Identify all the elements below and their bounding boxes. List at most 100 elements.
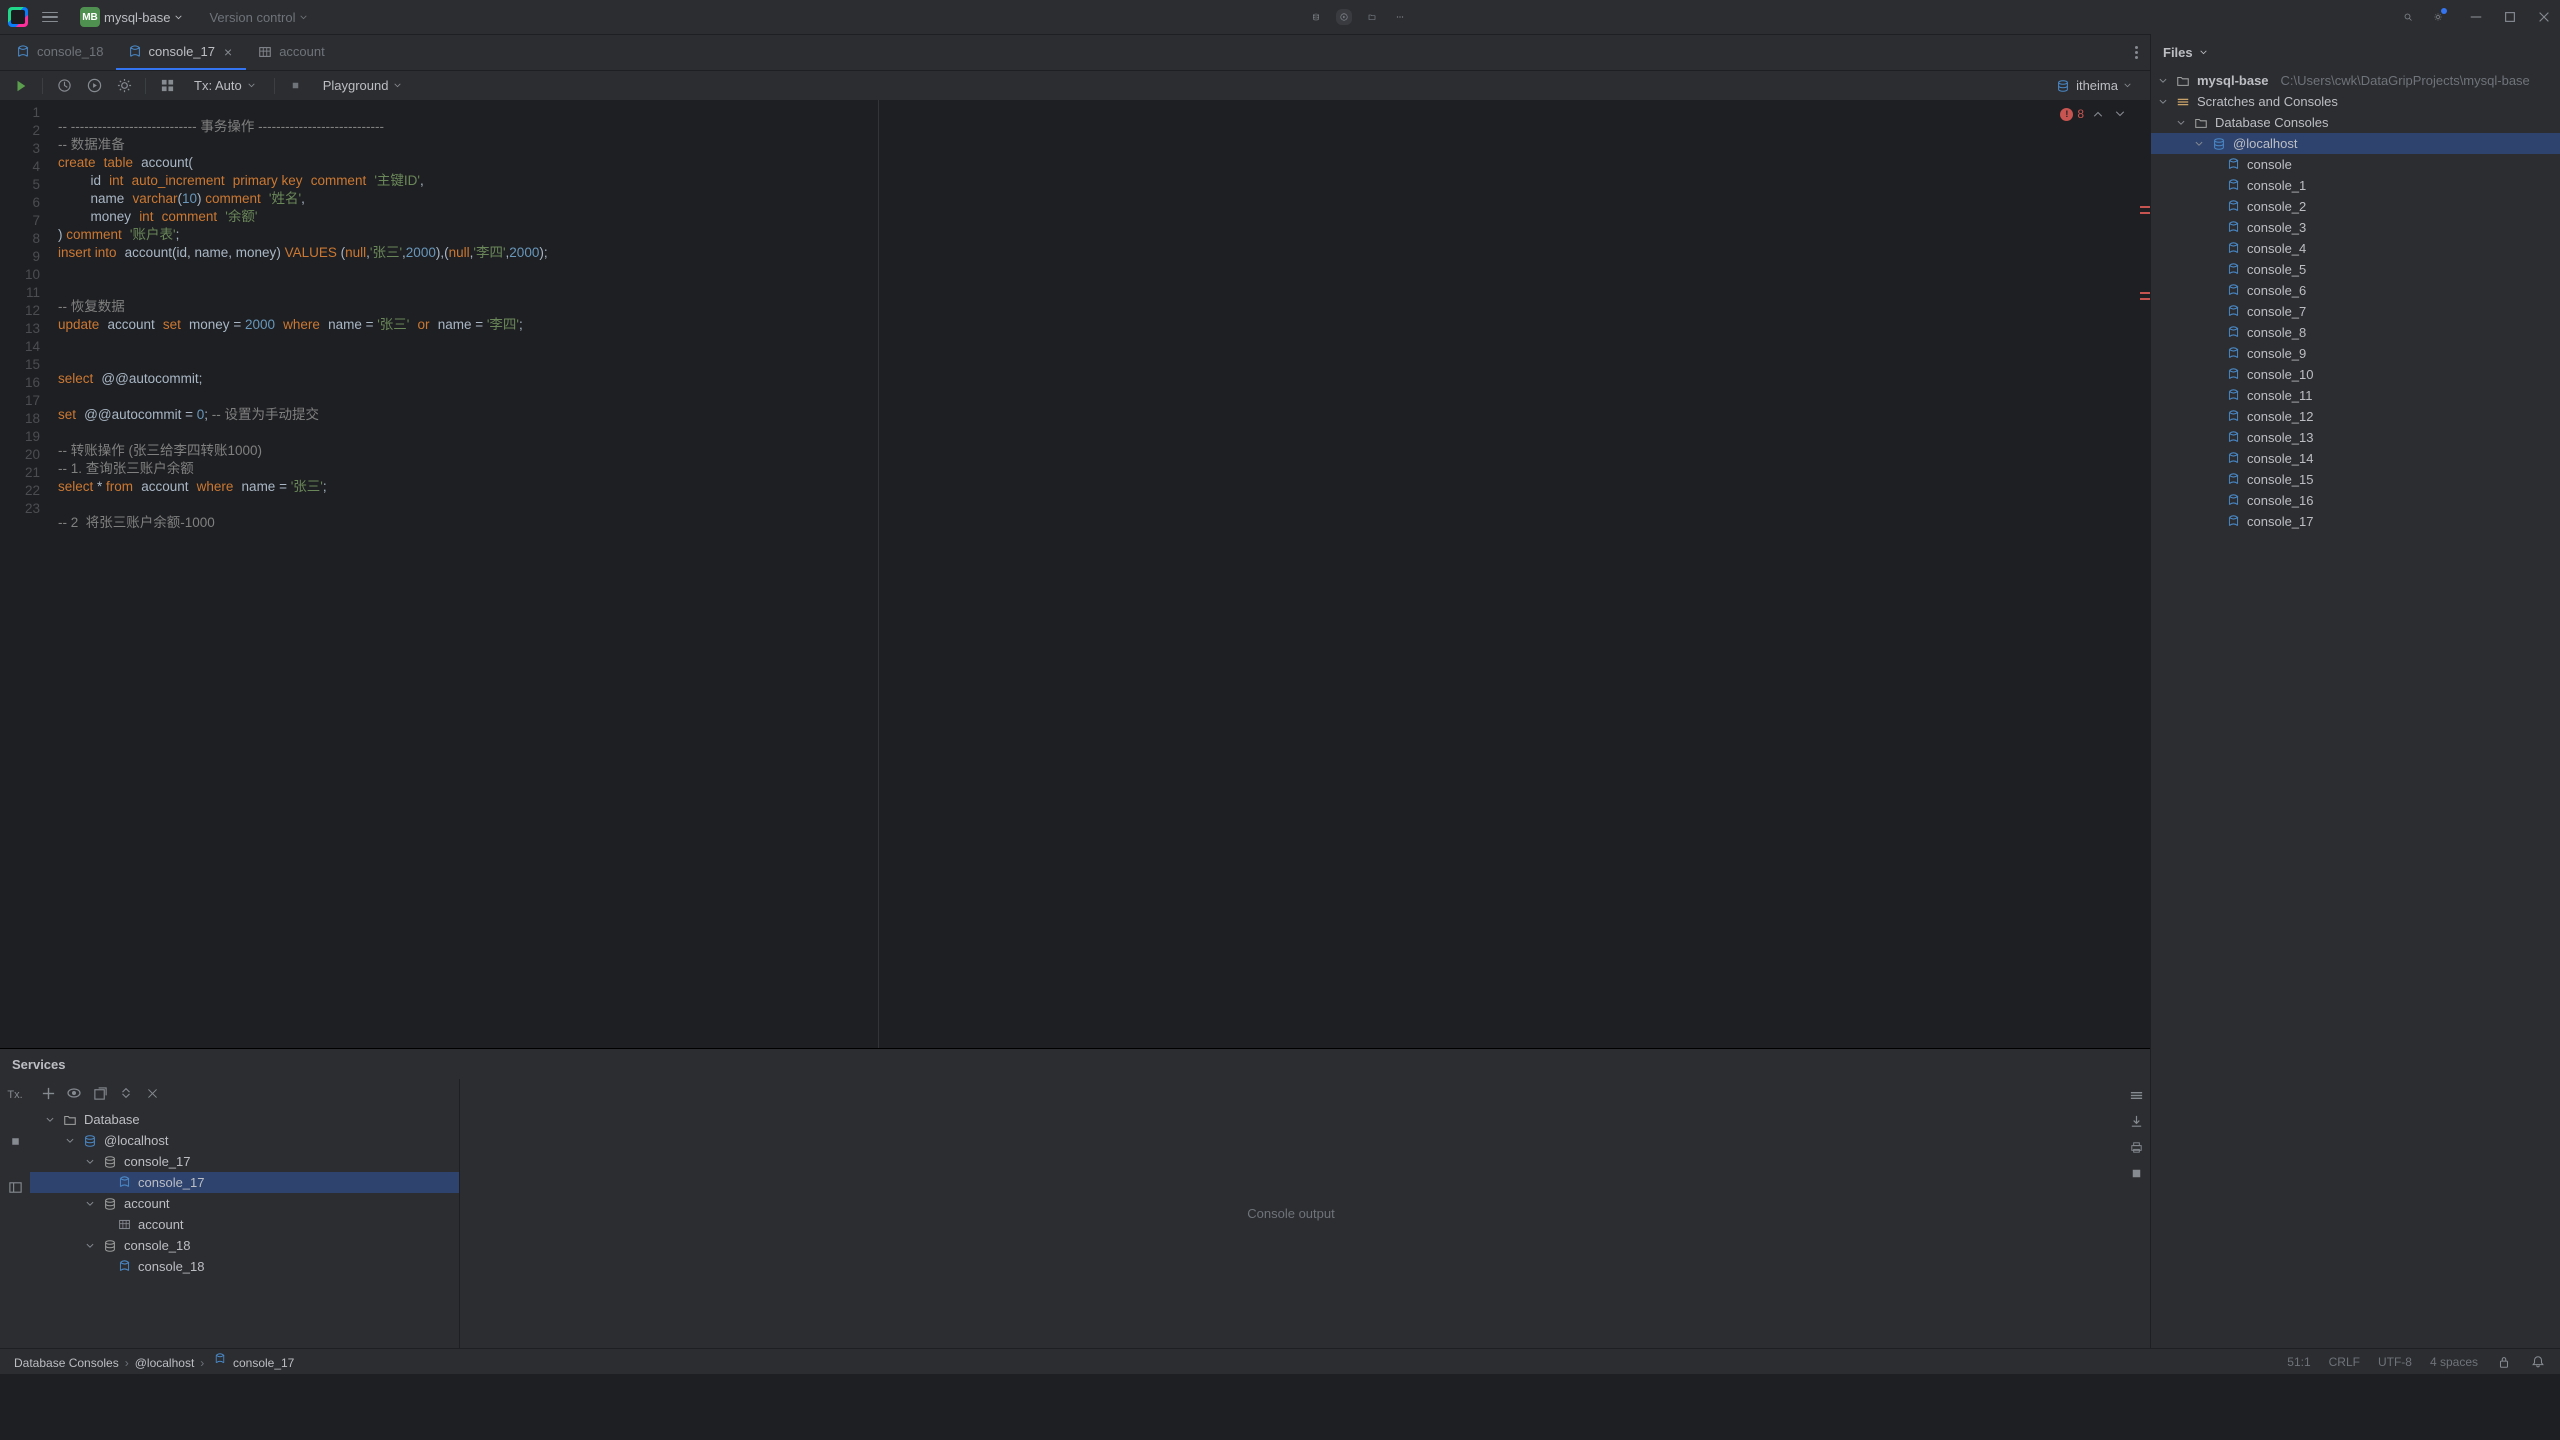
sql-file-icon <box>128 45 142 59</box>
tree-database-root[interactable]: Database <box>30 1109 459 1130</box>
error-count-badge[interactable]: !8 <box>2060 107 2084 121</box>
code-editor[interactable]: 1234567891011121314151617181920212223 !8… <box>0 100 2150 1048</box>
search-icon[interactable] <box>2400 9 2416 25</box>
console-node[interactable]: console_14 <box>2151 448 2560 469</box>
tx-mode-dropdown[interactable]: Tx: Auto <box>186 75 264 96</box>
prev-error-icon[interactable] <box>2090 106 2106 122</box>
view-mode-button[interactable] <box>156 75 178 97</box>
sql-file-icon <box>2225 157 2241 173</box>
services-header[interactable]: Services <box>0 1049 2150 1079</box>
tab-options-icon[interactable] <box>2131 42 2142 63</box>
project-root-node[interactable]: mysql-base C:\Users\cwk\DataGripProjects… <box>2151 70 2560 91</box>
tree-console_18-item[interactable]: console_18 <box>30 1256 459 1277</box>
add-icon[interactable] <box>40 1085 56 1101</box>
localhost-node[interactable]: @localhost <box>2151 133 2560 154</box>
window-close-icon[interactable] <box>2536 9 2552 25</box>
close-tab-icon[interactable]: × <box>222 45 234 59</box>
console-node[interactable]: console_5 <box>2151 259 2560 280</box>
tree-account-item[interactable]: account <box>30 1214 459 1235</box>
encoding[interactable]: UTF-8 <box>2378 1355 2412 1369</box>
project-selector[interactable]: MB mysql-base <box>72 3 191 31</box>
console-node[interactable]: console_12 <box>2151 406 2560 427</box>
console-node[interactable]: console_10 <box>2151 364 2560 385</box>
app-logo <box>8 7 28 27</box>
new-tab-icon[interactable] <box>92 1085 108 1101</box>
sql-file-icon <box>2225 262 2241 278</box>
sql-file-icon <box>2225 493 2241 509</box>
caret-position[interactable]: 51:1 <box>2287 1355 2310 1369</box>
files-tree[interactable]: mysql-base C:\Users\cwk\DataGripProjects… <box>2151 70 2560 1348</box>
console-node[interactable]: console_2 <box>2151 196 2560 217</box>
next-error-icon[interactable] <box>2112 106 2128 122</box>
tree-console_18[interactable]: console_18 <box>30 1235 459 1256</box>
schema-icon <box>2055 78 2071 94</box>
side-panel-icon[interactable] <box>7 1179 23 1195</box>
stop-button[interactable] <box>285 75 307 97</box>
files-panel-header[interactable]: Files <box>2151 34 2560 70</box>
settings-icon[interactable] <box>2430 9 2446 25</box>
console-node[interactable]: console_11 <box>2151 385 2560 406</box>
tree-console_17-item[interactable]: console_17 <box>30 1172 459 1193</box>
console-node[interactable]: console_7 <box>2151 301 2560 322</box>
tab-console_18[interactable]: console_18 <box>4 35 116 70</box>
breadcrumb[interactable]: Database Consoles›@localhost› console_17 <box>14 1353 294 1370</box>
error-stripe[interactable] <box>2138 100 2150 1048</box>
datasource-icon <box>2211 136 2227 152</box>
more-tools-icon[interactable] <box>1392 9 1408 25</box>
console-node[interactable]: console_4 <box>2151 238 2560 259</box>
tree-account[interactable]: account <box>30 1193 459 1214</box>
history-button[interactable] <box>53 75 75 97</box>
close-all-icon[interactable] <box>144 1085 160 1101</box>
tab-account[interactable]: account <box>246 35 337 70</box>
database-consoles-node[interactable]: Database Consoles <box>2151 112 2560 133</box>
main-menu-button[interactable] <box>38 8 62 27</box>
mode-dropdown[interactable]: Playground <box>315 75 411 96</box>
settings-button[interactable] <box>113 75 135 97</box>
tree-console_17[interactable]: console_17 <box>30 1151 459 1172</box>
sql-file-icon <box>2225 199 2241 215</box>
code-content[interactable]: -- ---------------------------- 事务操作 ---… <box>58 114 2138 536</box>
console-node[interactable]: console_3 <box>2151 217 2560 238</box>
indent[interactable]: 4 spaces <box>2430 1355 2478 1369</box>
services-toolbar <box>30 1079 459 1107</box>
folder-icon <box>62 1112 78 1128</box>
titlebar: MB mysql-base Version control <box>0 0 2560 34</box>
window-maximize-icon[interactable] <box>2502 9 2518 25</box>
print-icon[interactable] <box>2128 1139 2144 1155</box>
datasource-dropdown[interactable]: itheima <box>2047 75 2140 97</box>
version-control-menu[interactable]: Version control <box>201 6 316 29</box>
chevron-down-icon <box>2123 81 2132 90</box>
run-tool-icon[interactable] <box>1336 9 1352 25</box>
open-tool-icon[interactable] <box>1364 9 1380 25</box>
run-button[interactable] <box>10 75 32 97</box>
window-minimize-icon[interactable] <box>2468 9 2484 25</box>
view-icon[interactable] <box>66 1085 82 1101</box>
tab-console_17[interactable]: console_17 × <box>116 35 247 70</box>
scroll-to-end-icon[interactable] <box>2128 1113 2144 1129</box>
line-ending[interactable]: CRLF <box>2329 1355 2360 1369</box>
notifications-icon[interactable] <box>2530 1354 2546 1370</box>
datasource-icon <box>82 1133 98 1149</box>
tree-host[interactable]: @localhost <box>30 1130 459 1151</box>
console-node[interactable]: console_13 <box>2151 427 2560 448</box>
services-tree[interactable]: Database @localhost console_17 <box>30 1107 459 1348</box>
console-node[interactable]: console_16 <box>2151 490 2560 511</box>
soft-wrap-icon[interactable] <box>2128 1087 2144 1103</box>
console-node[interactable]: console <box>2151 154 2560 175</box>
stop-icon[interactable] <box>7 1133 23 1149</box>
sql-file-icon <box>2225 346 2241 362</box>
scratches-node[interactable]: Scratches and Consoles <box>2151 91 2560 112</box>
console-node[interactable]: console_1 <box>2151 175 2560 196</box>
clear-icon[interactable] <box>2128 1165 2144 1181</box>
console-node[interactable]: console_6 <box>2151 280 2560 301</box>
readonly-icon[interactable] <box>2496 1354 2512 1370</box>
console-node[interactable]: console_17 <box>2151 511 2560 532</box>
console-node[interactable]: console_9 <box>2151 343 2560 364</box>
database-tool-icon[interactable] <box>1308 9 1324 25</box>
expand-icon[interactable] <box>118 1085 134 1101</box>
explain-button[interactable] <box>83 75 105 97</box>
tx-icon[interactable]: Tx. <box>7 1087 23 1103</box>
console-node[interactable]: console_15 <box>2151 469 2560 490</box>
editor-inspection-status[interactable]: !8 <box>2060 106 2128 122</box>
console-node[interactable]: console_8 <box>2151 322 2560 343</box>
